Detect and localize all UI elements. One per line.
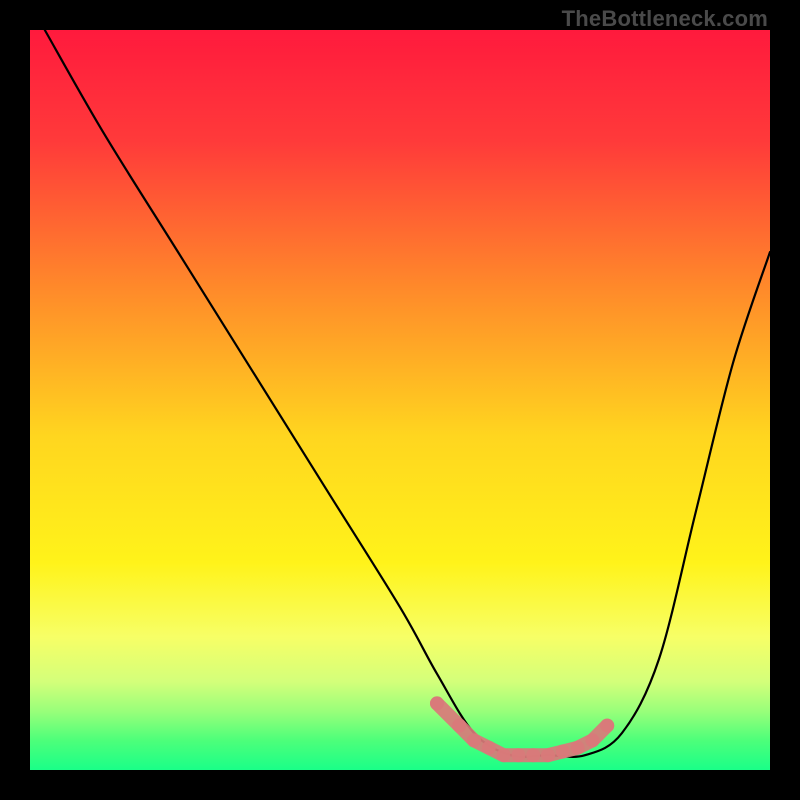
plot-area [30, 30, 770, 770]
chart-canvas: TheBottleneck.com [0, 0, 800, 800]
watermark-label: TheBottleneck.com [562, 6, 768, 32]
highlight-region [430, 696, 614, 762]
bottleneck-curve [45, 30, 770, 757]
curve-layer [30, 30, 770, 770]
